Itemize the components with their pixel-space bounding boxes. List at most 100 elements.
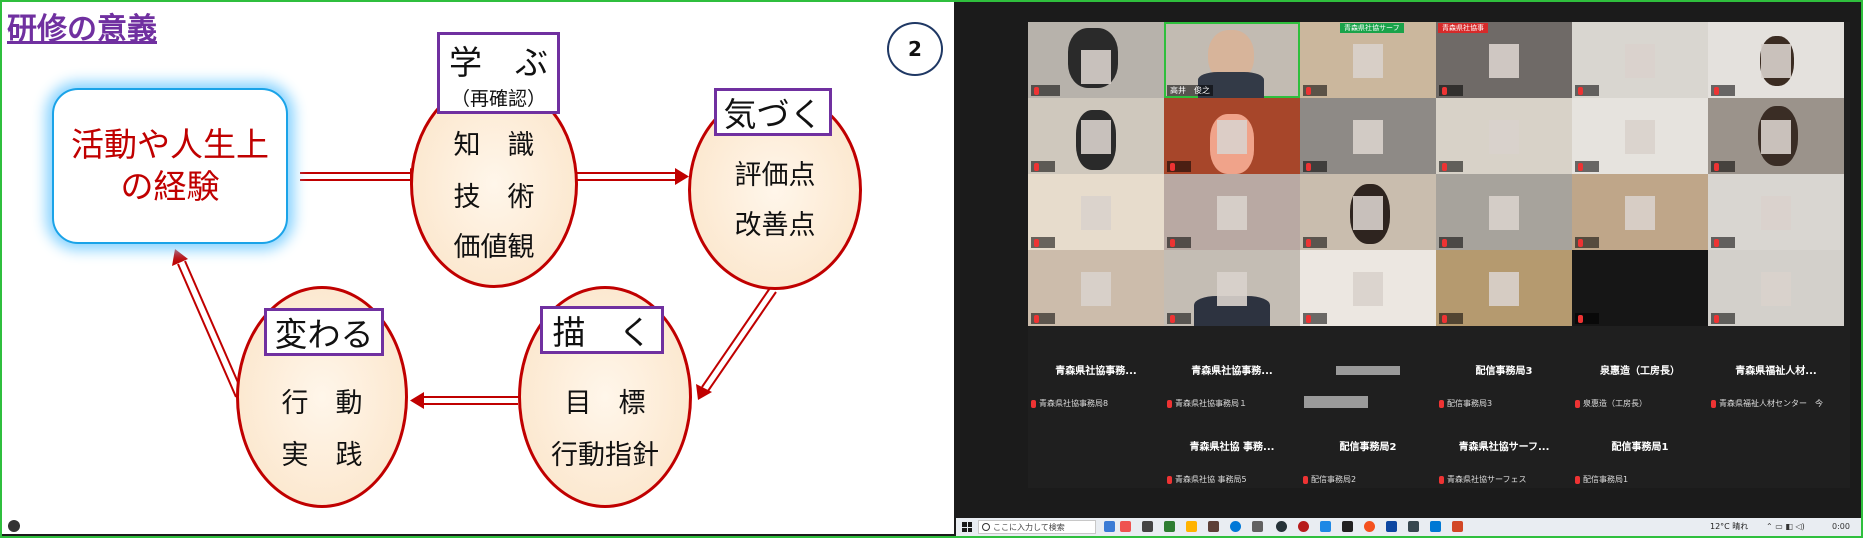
video-tile[interactable] xyxy=(1436,174,1572,250)
video-tile[interactable] xyxy=(1300,250,1436,326)
name-tile-sub: 配信事務局3 xyxy=(1447,399,1493,408)
name-tile-title: 青森県社協事務... xyxy=(1055,366,1137,377)
name-only-tile[interactable]: 配信事務局2 配信事務局2 xyxy=(1300,412,1436,488)
app-icon[interactable] xyxy=(1298,521,1309,532)
name-only-tile[interactable]: 青森県社協事務... 青森県社協事務局8 xyxy=(1028,336,1164,412)
participant-name xyxy=(1439,237,1464,248)
participant-name xyxy=(1711,313,1736,324)
video-tile[interactable] xyxy=(1300,98,1436,174)
participant-name xyxy=(1303,161,1328,172)
name-tile-sub: 青森県社協 事務局5 xyxy=(1175,475,1247,484)
name-tile-sub: 青森県社協サーフェス xyxy=(1447,475,1527,484)
video-tile[interactable] xyxy=(1708,174,1844,250)
video-tile[interactable] xyxy=(1164,174,1300,250)
video-tile[interactable] xyxy=(1028,250,1164,326)
zoom-icon[interactable] xyxy=(1320,521,1331,532)
video-tile[interactable] xyxy=(1572,250,1708,326)
video-tile[interactable] xyxy=(1164,250,1300,326)
video-tile[interactable] xyxy=(1572,22,1708,98)
video-tile[interactable] xyxy=(1708,22,1844,98)
folder-icon[interactable] xyxy=(1186,521,1197,532)
change-line-2: 実 践 xyxy=(281,440,363,471)
name-tile-sub: 配信事務局2 xyxy=(1311,475,1357,484)
app-icon[interactable] xyxy=(1120,521,1131,532)
video-tile[interactable] xyxy=(1028,22,1164,98)
video-tile[interactable] xyxy=(1028,98,1164,174)
video-tile[interactable] xyxy=(1572,98,1708,174)
participant-name xyxy=(1711,85,1736,96)
weather-widget[interactable]: 12°C 晴れ xyxy=(1710,521,1748,532)
video-tile[interactable]: 青森県社協サーフ xyxy=(1300,22,1436,98)
video-tile[interactable]: 青森県社協事 xyxy=(1436,22,1572,98)
shared-slide: 研修の意義 2 活動や人生上 の経験 知 識 技 術 価値観 学 ぶ （再確認）… xyxy=(2,2,954,534)
learn-line-2: 技 術 xyxy=(453,182,535,213)
task-view-icon[interactable] xyxy=(1142,521,1153,532)
participant-name xyxy=(1575,161,1600,172)
name-tile-title: 泉惠造（工房長） xyxy=(1600,366,1680,377)
name-only-tile[interactable]: 青森県社協 事務... 青森県社協 事務局5 xyxy=(1164,412,1300,488)
participant-name xyxy=(1167,313,1192,324)
draw-line-1: 目 標 xyxy=(564,388,646,419)
windows-start-icon[interactable] xyxy=(962,522,972,532)
name-only-tile[interactable]: 配信事務局1 配信事務局1 xyxy=(1572,412,1708,488)
name-tile-title: 青森県社協事務... xyxy=(1191,366,1273,377)
arrow-draw-to-change xyxy=(410,392,518,409)
clock[interactable]: 0:00 xyxy=(1832,522,1850,531)
name-tile-sub: 配信事務局1 xyxy=(1583,475,1629,484)
app-icon[interactable] xyxy=(1104,521,1115,532)
change-line-1: 行 動 xyxy=(281,388,363,419)
video-tile[interactable] xyxy=(1300,174,1436,250)
chrome-icon[interactable] xyxy=(1364,521,1375,532)
video-tile-active-speaker[interactable]: 高井 俊之 xyxy=(1164,22,1300,98)
video-tile[interactable] xyxy=(1436,98,1572,174)
windows-taskbar: ここに入力して検索 12°C 晴れ ⌃ ▭ ◧ ◁) 0:00 xyxy=(956,518,1861,536)
redacted-sub xyxy=(1304,396,1368,408)
video-tile[interactable] xyxy=(1436,250,1572,326)
participant-name xyxy=(1439,313,1464,324)
taskbar-search-box[interactable]: ここに入力して検索 xyxy=(978,520,1096,534)
name-only-tile[interactable]: 青森県社協サーフ... 青森県社協サーフェス xyxy=(1436,412,1572,488)
powerpoint-icon[interactable] xyxy=(1452,521,1463,532)
app-icon[interactable] xyxy=(1342,521,1353,532)
system-tray-icons[interactable]: ⌃ ▭ ◧ ◁) xyxy=(1766,522,1805,531)
experience-box: 活動や人生上 の経験 xyxy=(52,88,288,244)
participant-name xyxy=(1575,313,1600,324)
video-tile[interactable] xyxy=(1164,98,1300,174)
app-icon[interactable] xyxy=(1208,521,1219,532)
name-only-tile[interactable]: 青森県福祉人材... 青森県福祉人材センター 今 xyxy=(1708,336,1844,412)
participant-name xyxy=(1167,161,1192,172)
name-only-tile[interactable]: 泉惠造（工房長） 泉惠造（工房長） xyxy=(1572,336,1708,412)
participant-name xyxy=(1575,237,1600,248)
video-tile[interactable] xyxy=(1708,98,1844,174)
name-only-tile[interactable]: 配信事務局3 配信事務局3 xyxy=(1436,336,1572,412)
outlook-icon[interactable] xyxy=(1430,521,1441,532)
learn-tag-label: 学 ぶ xyxy=(449,42,548,82)
video-tile[interactable] xyxy=(1028,174,1164,250)
app-icon[interactable] xyxy=(1408,521,1419,532)
search-icon xyxy=(982,523,990,531)
participant-name xyxy=(1575,85,1600,96)
name-only-tile-redacted[interactable] xyxy=(1300,336,1436,412)
redacted-name xyxy=(1336,366,1400,375)
learn-tag: 学 ぶ （再確認） xyxy=(437,32,560,114)
name-tile-sub: 青森県社協事務局8 xyxy=(1039,399,1109,408)
name-tile-sub: 青森県福祉人材センター 今 xyxy=(1719,399,1823,408)
name-only-tile[interactable]: 青森県社協事務... 青森県社協事務局１ xyxy=(1164,336,1300,412)
video-tile[interactable] xyxy=(1708,250,1844,326)
app-icon[interactable] xyxy=(1276,521,1287,532)
arrow-notice-to-draw xyxy=(696,287,777,400)
participant-name xyxy=(1303,237,1328,248)
participant-name xyxy=(1167,237,1192,248)
draw-line-2: 行動指針 xyxy=(551,440,659,471)
notice-line-2: 改善点 xyxy=(734,210,816,241)
participant-name xyxy=(1031,237,1056,248)
participant-name xyxy=(1303,313,1328,324)
video-tile[interactable] xyxy=(1572,174,1708,250)
app-icon[interactable] xyxy=(1164,521,1175,532)
change-tag: 変わる xyxy=(264,308,384,356)
tile-top-label: 青森県社協サーフ xyxy=(1340,23,1404,33)
app-icon[interactable] xyxy=(1252,521,1263,532)
learn-line-3: 価値観 xyxy=(453,232,535,263)
edge-icon[interactable] xyxy=(1230,521,1241,532)
app-icon[interactable] xyxy=(1386,521,1397,532)
